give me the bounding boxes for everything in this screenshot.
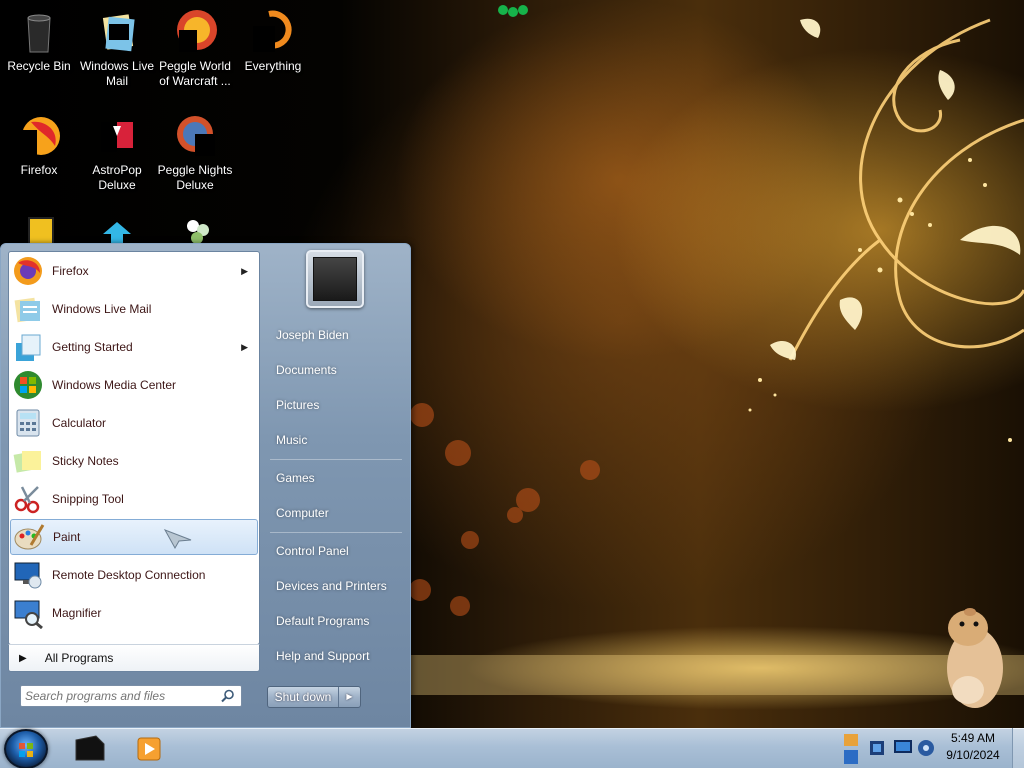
start-search-box[interactable]: [20, 685, 242, 707]
program-item-snipping-tool[interactable]: Snipping Tool: [10, 481, 258, 517]
desktop-icon-everything[interactable]: Everything: [234, 4, 312, 74]
scissors-icon: [12, 483, 44, 515]
game-icon: [15, 214, 63, 244]
peggle-nights-icon: [171, 112, 219, 160]
getting-started-icon: [12, 331, 44, 363]
desktop-icon-partial-3[interactable]: [156, 210, 234, 244]
link-devices-and-printers[interactable]: Devices and Printers: [266, 571, 406, 601]
remote-desktop-icon: [12, 559, 44, 591]
media-device-icon: [75, 735, 105, 761]
mail-icon: [12, 293, 44, 325]
shutdown-options-arrow-icon[interactable]: ▶: [338, 687, 360, 707]
desktop-icon-partial-1[interactable]: [0, 210, 78, 244]
flower-icon: [171, 214, 219, 244]
link-computer[interactable]: Computer: [266, 498, 406, 528]
peggle-icon: [171, 8, 219, 56]
link-control-panel[interactable]: Control Panel: [266, 536, 406, 566]
program-item-firefox[interactable]: Firefox ▶: [10, 253, 258, 289]
link-help-and-support[interactable]: Help and Support: [266, 641, 406, 671]
program-item-sticky-notes[interactable]: Sticky Notes: [10, 443, 258, 479]
program-item-getting-started[interactable]: Getting Started ▶: [10, 329, 258, 365]
desktop-icon-windows-live-mail[interactable]: Windows Live Mail: [78, 4, 156, 89]
recycle-bin-icon: [15, 8, 63, 56]
system-tray: [840, 728, 936, 768]
divider: [270, 532, 402, 533]
link-user-folder[interactable]: Joseph Biden: [266, 320, 406, 350]
start-menu-programs-pane: Firefox ▶ Windows Live Mail Getting Star…: [8, 251, 260, 645]
network-icon[interactable]: [870, 741, 884, 755]
flag-icon[interactable]: [844, 734, 858, 764]
clock-time: 5:49 AM: [950, 731, 996, 745]
link-default-programs[interactable]: Default Programs: [266, 606, 406, 636]
show-desktop-button[interactable]: [1012, 728, 1024, 768]
mouse-cursor-icon: [163, 529, 192, 550]
volume-icon[interactable]: [918, 740, 934, 756]
desktop-icon-astropop[interactable]: AstroPop Deluxe: [78, 108, 156, 193]
desktop-icon-partial-2[interactable]: [78, 210, 156, 244]
search-input[interactable]: [25, 687, 215, 705]
mail-icon: [93, 8, 141, 56]
link-pictures[interactable]: Pictures: [266, 390, 406, 420]
program-item-windows-media-center[interactable]: Windows Media Center: [10, 367, 258, 403]
program-item-remote-desktop[interactable]: Remote Desktop Connection: [10, 557, 258, 593]
program-item-calculator[interactable]: Calculator: [10, 405, 258, 441]
desktop-icon-peggle-nights[interactable]: Peggle Nights Deluxe: [156, 108, 234, 193]
desktop-icon-firefox[interactable]: Firefox: [0, 108, 78, 178]
astropop-icon: [93, 112, 141, 160]
arrow-icon: [93, 214, 141, 244]
desktop-icon-peggle-wow[interactable]: Peggle World of Warcraft ...: [156, 4, 234, 89]
all-programs-button[interactable]: ▶ All Programs: [8, 644, 260, 672]
media-center-icon: [12, 369, 44, 401]
taskbar-clock[interactable]: 5:49 AM 9/10/2024: [940, 730, 1006, 766]
link-documents[interactable]: Documents: [266, 355, 406, 385]
paint-palette-icon: [13, 521, 45, 553]
submenu-arrow-icon: ▶: [241, 265, 248, 276]
program-item-paint[interactable]: Paint: [10, 519, 258, 555]
program-item-magnifier[interactable]: Magnifier: [10, 595, 258, 631]
hamster-image: [947, 608, 1003, 708]
search-icon: [249, 8, 297, 56]
sticky-notes-icon: [12, 445, 44, 477]
link-music[interactable]: Music: [266, 425, 406, 455]
submenu-arrow-icon: ▶: [241, 341, 248, 352]
media-player-icon: [137, 737, 161, 761]
shutdown-button[interactable]: Shut down ▶: [267, 686, 361, 708]
desktop-icon-recycle-bin[interactable]: Recycle Bin: [0, 4, 78, 74]
taskbar-pinned-media-player[interactable]: [122, 730, 178, 766]
start-button[interactable]: [4, 729, 48, 768]
triangle-right-icon: ▶: [19, 652, 27, 664]
user-picture[interactable]: [306, 250, 364, 308]
calculator-icon: [12, 407, 44, 439]
search-icon[interactable]: [221, 689, 235, 703]
windows-logo-icon: [19, 743, 33, 757]
taskbar-pinned-media-device[interactable]: [62, 730, 118, 766]
divider: [270, 459, 402, 460]
link-games[interactable]: Games: [266, 463, 406, 493]
firefox-icon: [15, 112, 63, 160]
clock-date: 9/10/2024: [946, 748, 1000, 762]
program-item-windows-live-mail[interactable]: Windows Live Mail: [10, 291, 258, 327]
monitor-icon[interactable]: [894, 740, 912, 753]
firefox-icon: [12, 255, 44, 287]
magnifier-icon: [12, 597, 44, 630]
